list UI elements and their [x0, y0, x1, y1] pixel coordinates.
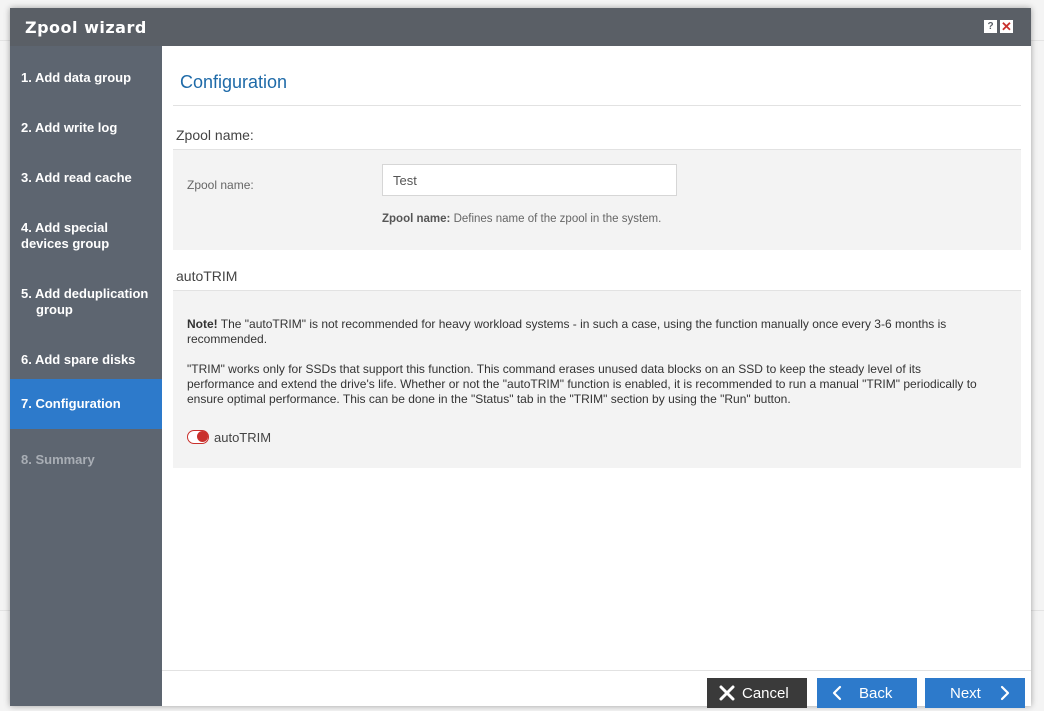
step-add-special-devices-group[interactable]: 4. Add special devices group: [10, 210, 162, 270]
step-label: 3. Add read cache: [21, 170, 132, 185]
help-icon[interactable]: ?: [984, 20, 997, 33]
autotrim-toggle-label[interactable]: autoTRIM: [214, 430, 271, 445]
footer-divider: [162, 670, 1031, 671]
step-label: 6. Add spare disks: [21, 352, 136, 367]
step-add-deduplication-group[interactable]: 5. Add deduplication group: [10, 276, 162, 336]
autotrim-note: Note! The "autoTRIM" is not recommended …: [187, 317, 987, 347]
step-label: 1. Add data group: [21, 70, 132, 85]
autotrim-section-heading: autoTRIM: [176, 268, 238, 284]
zpool-name-help: Zpool name: Defines name of the zpool in…: [382, 213, 661, 225]
close-x-icon: [719, 685, 735, 701]
step-label-line2: group: [36, 302, 73, 317]
cancel-label: Cancel: [742, 685, 789, 702]
trim-description: "TRIM" works only for SSDs that support …: [187, 362, 977, 406]
chevron-left-icon: [832, 685, 842, 701]
step-label-line1: 5. Add deduplication: [21, 286, 149, 301]
zpool-name-label: Zpool name:: [187, 178, 254, 192]
step-label-line2: devices group: [21, 236, 110, 251]
step-label: 7. Configuration: [21, 396, 121, 411]
back-button[interactable]: Back: [817, 678, 917, 708]
toggle-knob: [197, 431, 208, 442]
step-add-write-log[interactable]: 2. Add write log: [10, 110, 162, 160]
wizard-steps-sidebar: 1. Add data group 2. Add write log 3. Ad…: [10, 46, 162, 706]
step-summary: 8. Summary: [10, 442, 162, 492]
cancel-button[interactable]: Cancel: [707, 678, 807, 708]
zpool-name-section-heading: Zpool name:: [176, 127, 254, 143]
divider: [173, 105, 1021, 106]
step-add-read-cache[interactable]: 3. Add read cache: [10, 160, 162, 210]
autotrim-panel: Note! The "autoTRIM" is not recommended …: [173, 291, 1021, 468]
dialog-title: Zpool wizard: [25, 18, 147, 37]
next-button[interactable]: Next: [925, 678, 1025, 708]
step-label: 8. Summary: [21, 452, 95, 467]
back-label: Back: [859, 685, 893, 702]
chevron-right-icon: [1000, 685, 1010, 701]
autotrim-toggle[interactable]: [187, 430, 209, 444]
wizard-content: Configuration Zpool name: Zpool name: Zp…: [162, 46, 1031, 708]
note-text: The "autoTRIM" is not recommended for he…: [187, 317, 947, 346]
step-label-line1: 4. Add special: [21, 220, 108, 235]
note-bold: Note!: [187, 317, 218, 331]
next-label: Next: [950, 685, 981, 702]
zpool-name-panel: Zpool name: Zpool name: Defines name of …: [173, 150, 1021, 250]
help-bold: Zpool name:: [382, 213, 451, 225]
step-add-data-group[interactable]: 1. Add data group: [10, 60, 162, 110]
help-description: Defines name of the zpool in the system.: [450, 213, 662, 225]
dialog-titlebar: Zpool wizard ? ✕: [10, 8, 1031, 46]
close-icon[interactable]: ✕: [1000, 20, 1013, 33]
step-configuration[interactable]: 7. Configuration: [10, 379, 162, 429]
page-title: Configuration: [180, 72, 288, 92]
zpool-wizard-dialog: Zpool wizard ? ✕ 1. Add data group 2. Ad…: [10, 8, 1031, 708]
step-label: 2. Add write log: [21, 120, 118, 135]
zpool-name-input[interactable]: [382, 164, 677, 196]
